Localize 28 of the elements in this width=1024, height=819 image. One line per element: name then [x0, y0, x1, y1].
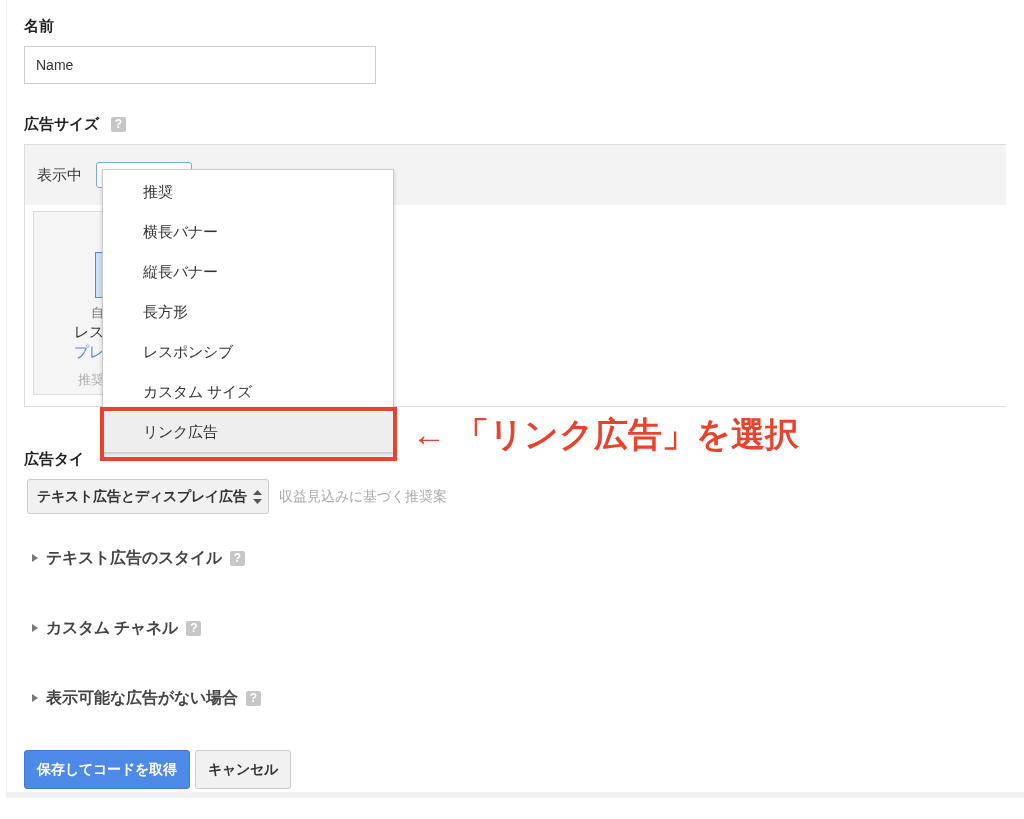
menu-item[interactable]: 縦長バナー	[103, 252, 393, 292]
field-label: 広告タイ	[24, 449, 84, 469]
menu-item[interactable]: 長方形	[103, 292, 393, 332]
menu-item[interactable]: カスタム サイズ	[103, 372, 393, 412]
section-title: カスタム チャネル	[46, 617, 179, 638]
ad-type-select[interactable]: テキスト広告とディスプレイ広告	[27, 479, 269, 514]
updown-icon	[253, 489, 262, 504]
card-text: 自	[91, 304, 104, 322]
section-toggle[interactable]: テキスト広告のスタイル ?	[32, 546, 1024, 570]
menu-item[interactable]: 横長バナー	[103, 212, 393, 252]
filter-label: 表示中	[37, 165, 82, 185]
hint-text: 収益見込みに基づく推奨案	[279, 487, 447, 506]
triangle-right-icon	[32, 694, 38, 702]
section-title: 表示可能な広告がない場合	[46, 687, 238, 709]
section-title: テキスト広告のスタイル	[46, 547, 222, 568]
cancel-button[interactable]: キャンセル	[195, 750, 291, 789]
menu-item[interactable]: レスポンシブ	[103, 332, 393, 372]
section-toggle[interactable]: 表示可能な広告がない場合 ?	[32, 686, 1024, 710]
menu-item[interactable]: リンク広告	[103, 412, 393, 452]
name-field[interactable]: Name	[24, 46, 376, 84]
menu-item[interactable]: 推奨	[103, 172, 393, 212]
triangle-right-icon	[32, 624, 38, 632]
field-label: 広告サイズ	[24, 114, 99, 134]
triangle-right-icon	[32, 554, 38, 562]
annotation-text: ← 「リンク広告」を選択	[412, 414, 800, 455]
field-label: 名前	[24, 16, 54, 36]
section-toggle[interactable]: カスタム チャネル ?	[32, 616, 1024, 640]
card-text: レス	[74, 322, 104, 342]
